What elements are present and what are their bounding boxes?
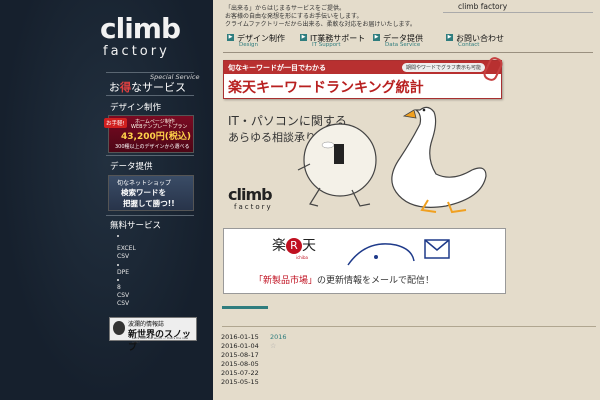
hero-logo-climb: climb xyxy=(228,185,273,204)
free-item-dpe[interactable]: DPE xyxy=(117,269,129,276)
rakuten-logo-left: 楽 xyxy=(272,238,286,254)
divider xyxy=(106,215,194,216)
list-bullet xyxy=(117,235,119,237)
snob-logo-icon xyxy=(113,321,125,335)
hero-logo-factory: factory xyxy=(234,203,273,211)
news-date: 2015-08-05 xyxy=(221,360,259,368)
arrow-right-icon: ▶ xyxy=(373,34,380,41)
news-year-link[interactable]: 2016 xyxy=(270,333,287,341)
free-item-8[interactable]: 8 xyxy=(117,284,121,291)
rakuten-caption: 「新製品市場」の更新情報をメールで配信！ xyxy=(254,273,434,286)
arrow-right-icon: ▶ xyxy=(300,34,307,41)
mascot-illustration xyxy=(297,106,487,214)
free-item-csv[interactable]: CSV xyxy=(117,253,129,260)
wave-icon xyxy=(347,243,415,266)
banner-pill: 期間やワードでグラフ表示も可能 xyxy=(402,63,486,72)
divider xyxy=(106,155,194,156)
rakuten-newsletter-banner[interactable]: 楽R天 ichiba 「新製品市場」の更新情報をメールで配信！ xyxy=(223,228,506,294)
nav-sublabel: Design xyxy=(239,42,258,48)
site-name-link[interactable]: climb factory xyxy=(458,2,507,11)
list-bullet xyxy=(117,279,119,281)
news-date: 2015-05-15 xyxy=(221,378,259,386)
news-date: 2015-07-22 xyxy=(221,369,259,377)
search-word-banner[interactable]: 旬なネットショップ 検索ワードを 把握して勝つ!! xyxy=(108,175,194,211)
rakuten-ichiba-text: ichiba xyxy=(296,255,308,260)
news-date: 2016-01-15 xyxy=(221,333,259,341)
list-bullet xyxy=(117,264,119,266)
banner-line3: 300種以上のデザインから選べる xyxy=(115,144,190,150)
news-date: 2015-08-17 xyxy=(221,351,259,359)
divider xyxy=(222,326,596,327)
caption-rest: の更新情報をメールで配信！ xyxy=(317,276,435,286)
banner-title: 楽天キーワードランキング統計 xyxy=(228,80,424,96)
banner-subtitle: 旬なキーワードが一目でわかる xyxy=(228,64,326,72)
snob-magazine-banner[interactable]: 波瀾的情報誌 新世界のスノッブ Let's read the world — t… xyxy=(109,317,197,353)
news-date: 2016-01-04 xyxy=(221,342,259,350)
free-service-heading: 無料サービス xyxy=(110,221,162,231)
special-highlight: 得 xyxy=(120,81,131,94)
divider xyxy=(443,12,593,13)
special-service-heading: お得なサービス xyxy=(109,79,186,95)
nav-sublabel: Data Service xyxy=(385,42,421,48)
logo-climb-text[interactable]: climb xyxy=(100,12,181,45)
intro-text-line: クライムファクトリーだから出来る、柔軟な対応をお届けいたします。 xyxy=(225,21,416,28)
arrow-right-icon: ▶ xyxy=(227,34,234,41)
goose xyxy=(391,106,487,208)
rakuten-logo-right: 天 xyxy=(302,238,316,254)
banner-line3: Let's read the world — that's the new or… xyxy=(132,336,189,344)
keyword-ranking-banner[interactable]: 旬なキーワードが一目でわかる 期間やワードでグラフ表示も可能 楽天キーワードラン… xyxy=(223,55,505,99)
web-template-banner[interactable]: お手軽! ホームページ制作 WEBテンプレートプラン 43,200円(税込) 3… xyxy=(104,115,194,153)
new-star-icon: ☆ xyxy=(270,342,277,350)
logo-factory-text[interactable]: factory xyxy=(103,44,170,59)
news-accent-bar xyxy=(222,306,268,309)
banner-line1: 旬なネットショップ xyxy=(117,180,172,187)
divider xyxy=(223,52,593,53)
banner-line2: 検索ワードを xyxy=(121,188,166,197)
sidebar: climb factory Special Service お得なサービス デザ… xyxy=(0,0,213,400)
divider xyxy=(106,95,194,96)
rakuten-r-icon: R xyxy=(286,238,302,254)
banner-price: 43,200円(税込) xyxy=(121,132,191,142)
caption-highlight: 「新製品市場」 xyxy=(254,276,318,286)
nav-sublabel: IT Support xyxy=(312,42,341,48)
free-item-csv[interactable]: CSV xyxy=(117,292,129,299)
free-item-csv[interactable]: CSV xyxy=(117,300,129,307)
censor-bar xyxy=(334,144,344,164)
free-item-excel[interactable]: EXCEL xyxy=(117,245,136,252)
data-heading: データ提供 xyxy=(110,162,153,172)
nav-sublabel: Contact xyxy=(458,42,480,48)
banner-tag: お手軽! xyxy=(104,118,127,128)
special-prefix: お xyxy=(109,81,120,94)
banner-line3: 把握して勝つ!! xyxy=(123,199,175,208)
mail-icon xyxy=(424,239,450,259)
special-suffix: なサービス xyxy=(131,81,186,94)
arrow-right-icon: ▶ xyxy=(446,34,453,41)
design-heading: デザイン制作 xyxy=(110,103,162,113)
rakuten-logo: 楽R天 xyxy=(272,235,316,255)
